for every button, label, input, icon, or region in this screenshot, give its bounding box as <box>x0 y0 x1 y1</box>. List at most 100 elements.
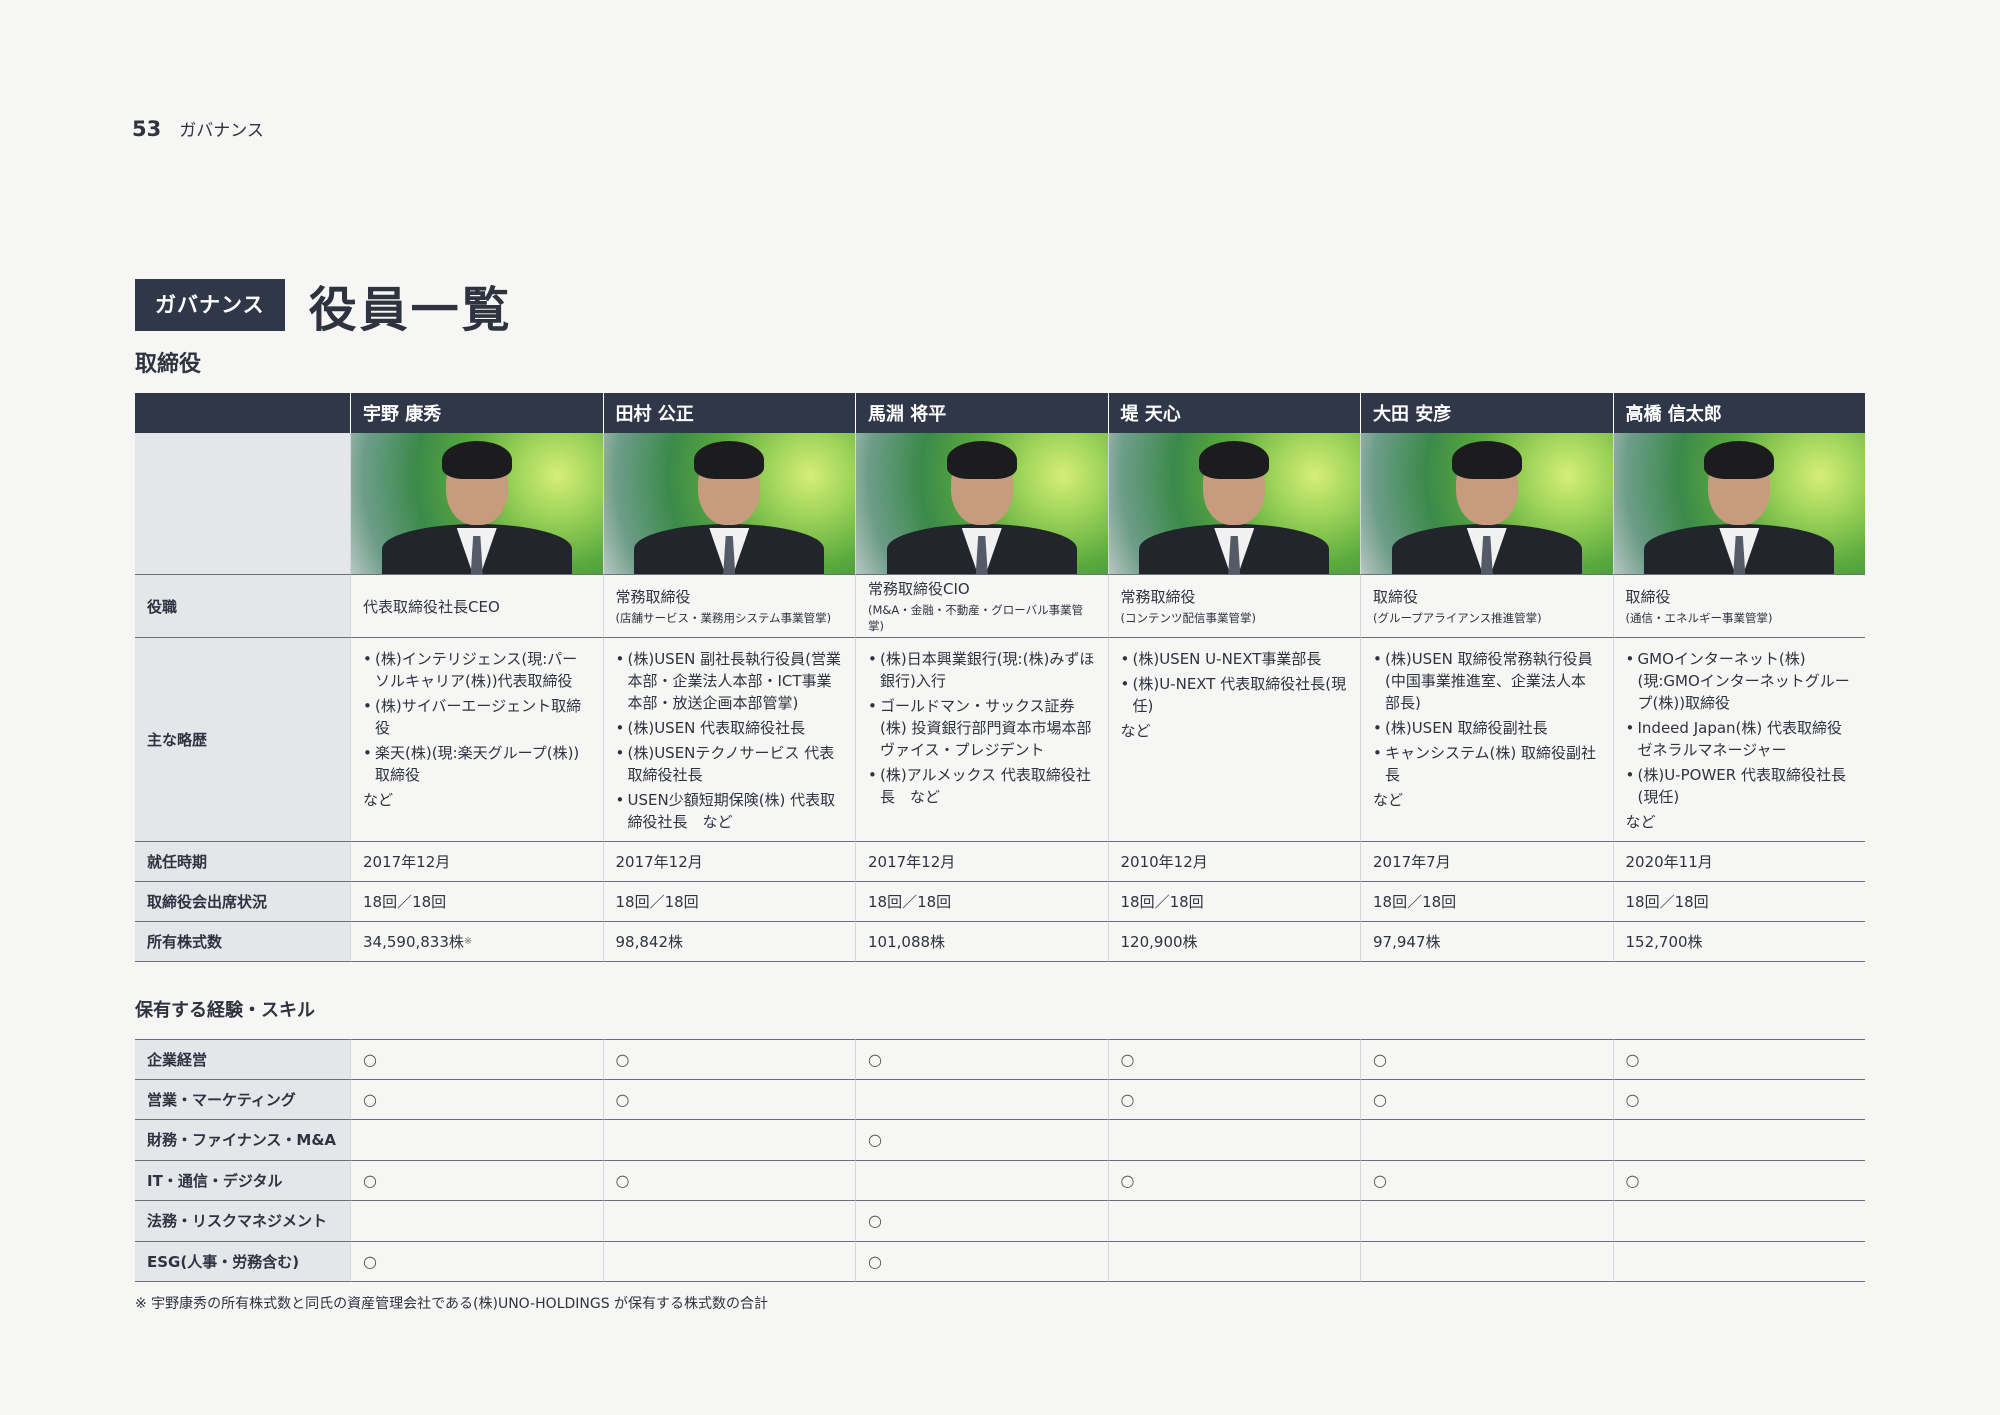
skill-cell: ○ <box>602 1039 855 1080</box>
director-career-cell: (株)USEN U-NEXT事業部長 (株)U-NEXT 代表取締役社長(現任) な… <box>1107 638 1360 842</box>
skill-cell <box>1360 1201 1613 1242</box>
career-item: 楽天(株)(現:楽天グループ(株))取締役 <box>363 742 591 786</box>
skill-cell <box>1107 1201 1360 1242</box>
director-attendance-cell: 18回／18回 <box>602 882 855 922</box>
director-shares: 97,947株 <box>1373 933 1441 951</box>
skill-cell: ○ <box>350 1160 603 1201</box>
skill-check-icon: ○ <box>615 1170 630 1190</box>
career-list: (株)USEN 取締役常務執行役員(中国事業推進室、企業法人本部長) (株)USE… <box>1373 648 1601 789</box>
skill-check-icon: ○ <box>1625 1089 1640 1109</box>
skill-cell: ○ <box>1612 1079 1865 1120</box>
skill-check-icon: ○ <box>1120 1170 1135 1190</box>
director-role: 代表取締役社長CEO <box>363 597 500 616</box>
director-photo-icon <box>1361 433 1613 574</box>
career-etc: など <box>363 791 394 809</box>
skill-label: 財務・ファイナンス・M&A <box>135 1120 350 1161</box>
title-row: ガバナンス 役員一覧 <box>135 270 513 340</box>
career-item: (株)USEN 取締役常務執行役員(中国事業推進室、企業法人本部長) <box>1373 648 1601 714</box>
skill-cell: ○ <box>1360 1160 1613 1201</box>
skill-check-icon: ○ <box>868 1251 882 1271</box>
photo-hair <box>441 441 512 479</box>
career-item: (株)USENテクノサービス 代表取締役社長 <box>616 742 844 786</box>
row-label-career: 主な略歴 <box>135 638 350 842</box>
director-role-detail: (グループアライアンス推進管掌) <box>1373 611 1542 625</box>
skill-check-icon: ○ <box>1120 1049 1135 1069</box>
skill-cell <box>602 1201 855 1242</box>
directors-table: 宇野 康秀 田村 公正 馬淵 将平堤 天心 大田 安彦 高橋 信太郎 役職 代表取締役社長C… <box>135 393 1865 962</box>
row-label-attendance: 取締役会出席状況 <box>135 882 350 922</box>
director-attendance: 18回／18回 <box>363 893 447 911</box>
page-title: 役員一覧 <box>308 282 513 338</box>
director-tenure-cell: 2020年11月 <box>1612 842 1865 882</box>
director-attendance: 18回／18回 <box>1120 893 1204 911</box>
skill-cell <box>602 1241 855 1282</box>
director-photo-cell <box>350 433 603 575</box>
director-role-detail: (コンテンツ配信事業管掌) <box>1120 611 1256 625</box>
page-section: ガバナンス <box>179 121 264 141</box>
career-item: Indeed Japan(株) 代表取締役 ゼネラルマネージャー <box>1626 717 1854 761</box>
director-photo-cell <box>1107 433 1360 575</box>
skill-check-icon: ○ <box>363 1089 377 1109</box>
director-role-cell: 取締役 (通信・エネルギー事業管掌) <box>1612 575 1865 638</box>
photo-label-blank <box>135 433 350 575</box>
skill-cell: ○ <box>1612 1039 1865 1080</box>
director-attendance-cell: 18回／18回 <box>1107 882 1360 922</box>
career-etc: など <box>1373 791 1404 809</box>
skill-label: 営業・マーケティング <box>135 1079 350 1120</box>
page-number: 53 <box>132 117 162 141</box>
director-attendance: 18回／18回 <box>615 893 699 911</box>
skill-cell <box>350 1201 603 1242</box>
skill-check-icon: ○ <box>1373 1089 1387 1109</box>
director-tenure-cell: 2017年7月 <box>1360 842 1613 882</box>
section-badge: ガバナンス <box>135 279 285 331</box>
skill-cell: ○ <box>1107 1039 1360 1080</box>
skill-cell: ○ <box>350 1241 603 1282</box>
director-shares-cell: 120,900株 <box>1107 922 1360 962</box>
skill-cell <box>1107 1241 1360 1282</box>
director-role-cell: 取締役 (グループアライアンス推進管掌) <box>1360 575 1613 638</box>
skill-cell <box>1107 1120 1360 1161</box>
skill-check-icon: ○ <box>1373 1049 1387 1069</box>
skill-cell: ○ <box>602 1079 855 1120</box>
career-item: (株)インテリジェンス(現:パーソルキャリア(株))代表取締役 <box>363 648 591 692</box>
director-shares: 98,842株 <box>615 933 684 951</box>
career-item: (株)USEN 取締役副社長 <box>1373 717 1601 739</box>
skill-cell <box>1612 1120 1865 1161</box>
skill-cell: ○ <box>350 1079 603 1120</box>
director-photo-cell <box>1612 433 1865 575</box>
director-tenure-cell: 2010年12月 <box>1107 842 1360 882</box>
director-role-detail: (M&A・金融・不動産・グローバル事業管掌) <box>868 603 1084 633</box>
skills-title: 保有する経験・スキル <box>135 1000 315 1021</box>
career-etc: など <box>1625 813 1656 831</box>
director-career-cell: (株)日本興業銀行(現:(株)みずほ銀行)入行ゴールドマン・サックス証券(株) … <box>855 638 1108 842</box>
career-item: USEN少額短期保険(株) 代表取締役社長 など <box>616 789 844 833</box>
career-etc: など <box>1120 722 1151 740</box>
skill-check-icon: ○ <box>1625 1049 1640 1069</box>
director-career-cell: (株)USEN 副社長執行役員(営業本部・企業法人本部・ICT事業本部・放送企画… <box>602 638 855 842</box>
director-shares: 101,088株 <box>868 933 946 951</box>
director-name: 田村 公正 <box>602 393 855 433</box>
director-role-cell: 常務取締役CIO (M&A・金融・不動産・グローバル事業管掌) <box>855 575 1108 638</box>
skill-cell: ○ <box>1107 1079 1360 1120</box>
director-photo-cell <box>602 433 855 575</box>
director-photo-cell <box>1360 433 1613 575</box>
director-photo-cell <box>855 433 1108 575</box>
skill-cell: ○ <box>855 1201 1108 1242</box>
director-tenure-cell: 2017年12月 <box>350 842 603 882</box>
skill-cell <box>1612 1241 1865 1282</box>
row-label-role: 役職 <box>135 575 350 638</box>
career-list: (株)USEN 副社長執行役員(営業本部・企業法人本部・ICT事業本部・放送企画… <box>616 648 844 836</box>
director-tenure-cell: 2017年12月 <box>602 842 855 882</box>
career-item: (株)サイバーエージェント取締役 <box>363 695 591 739</box>
skill-label: 企業経営 <box>135 1039 350 1080</box>
director-shares-cell: 34,590,833株 ※ <box>350 922 603 962</box>
career-list: GMOインターネット(株)(現:GMOインターネットグループ(株))取締役Ind… <box>1626 648 1854 811</box>
page-header: 53 ガバナンス <box>132 116 264 141</box>
director-tenure-cell: 2017年12月 <box>855 842 1108 882</box>
director-photo-icon <box>856 433 1108 574</box>
skill-cell: ○ <box>1360 1079 1613 1120</box>
skill-cell <box>1612 1201 1865 1242</box>
director-tenure: 2017年12月 <box>868 853 956 871</box>
photo-hair <box>1704 441 1775 479</box>
skill-cell: ○ <box>350 1039 603 1080</box>
